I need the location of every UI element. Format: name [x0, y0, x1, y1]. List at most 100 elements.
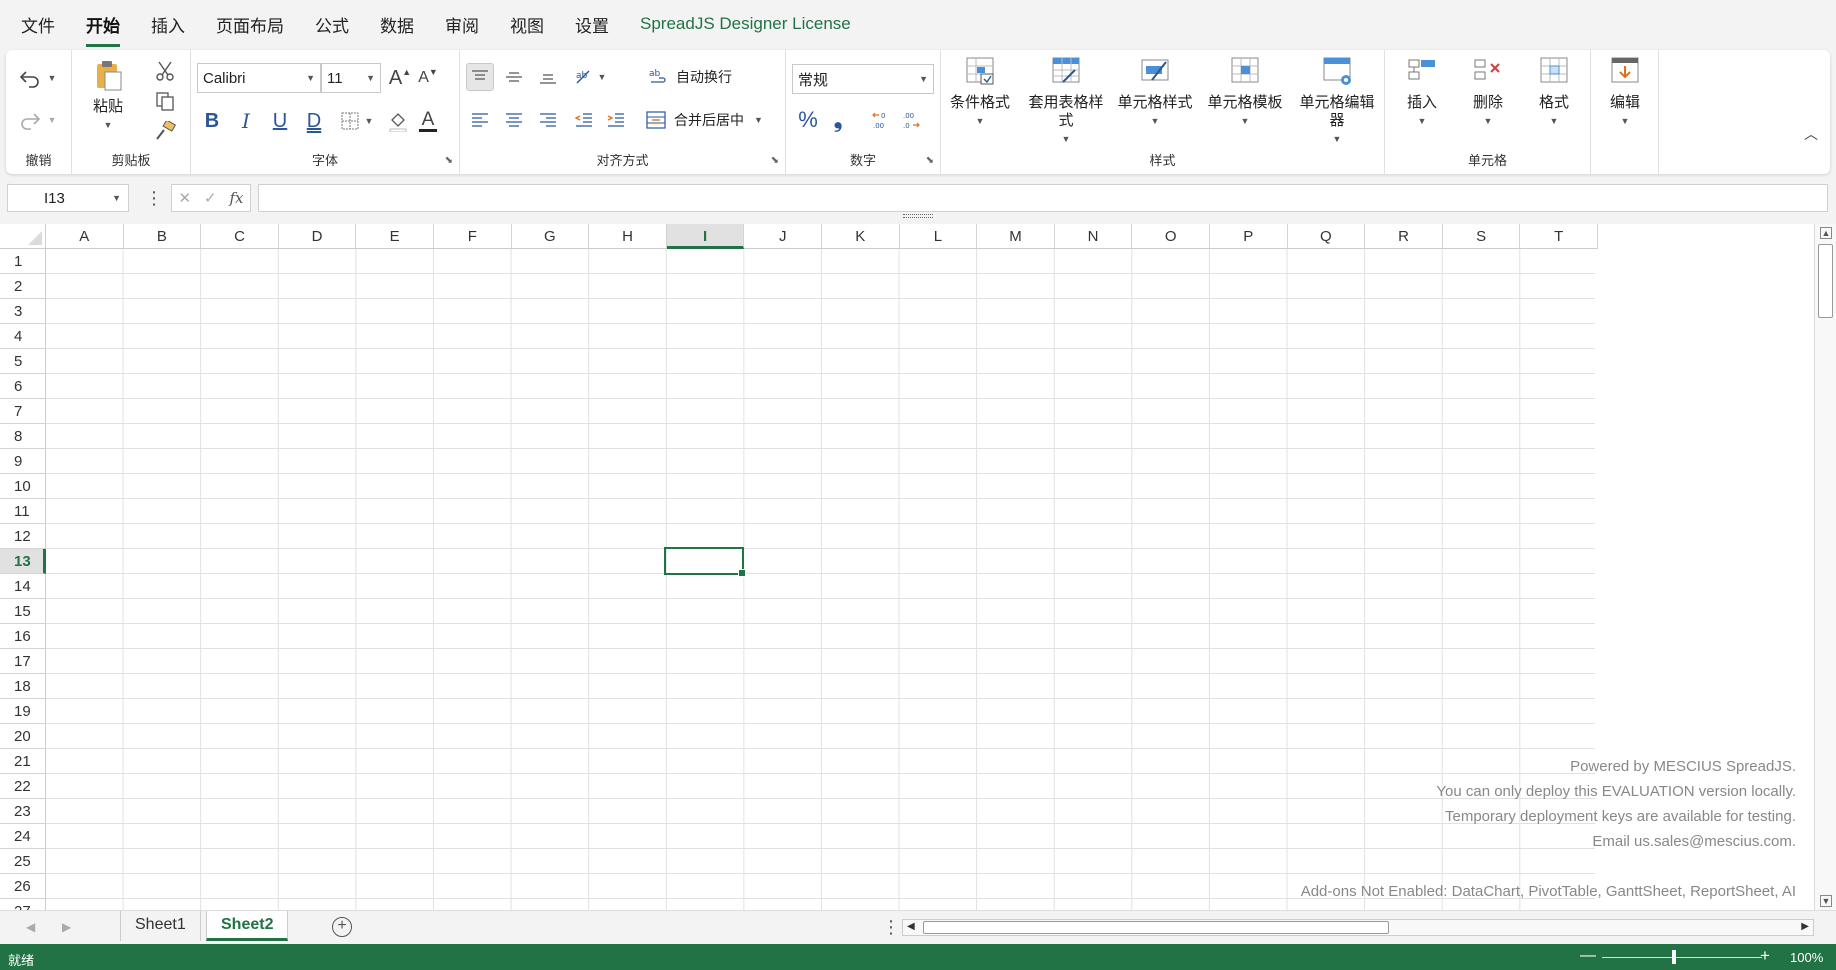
column-header[interactable]: M [977, 224, 1055, 249]
dialog-launcher-icon[interactable]: ⬊ [771, 155, 779, 166]
vertical-scrollbar[interactable]: ▲ ▼ [1814, 224, 1836, 910]
menu-tab-insert[interactable]: 插入 [151, 8, 185, 41]
merge-center-button[interactable]: 合并后居中 ▼ [646, 106, 772, 134]
cell-styles-button[interactable]: 单元格样式 ▼ [1115, 54, 1195, 130]
horizontal-scroll-thumb[interactable] [923, 921, 1389, 934]
menu-tab-settings[interactable]: 设置 [575, 8, 609, 41]
conditional-format-button[interactable]: 条件格式 ▼ [945, 54, 1015, 130]
column-header[interactable]: R [1365, 224, 1443, 249]
row-header[interactable]: 10 [0, 474, 46, 499]
format-as-table-button[interactable]: 套用表格样 式 ▼ [1025, 54, 1107, 148]
column-header[interactable]: J [744, 224, 822, 249]
undo-button[interactable]: ▼ [14, 64, 60, 92]
more-vertical-icon[interactable]: ⋮ [882, 917, 900, 938]
font-name-select[interactable]: Calibri ▼ [197, 63, 321, 93]
dialog-launcher-icon[interactable]: ⬊ [445, 155, 453, 166]
cell-template-button[interactable]: 单元格模板 ▼ [1205, 54, 1285, 130]
row-header[interactable]: 16 [0, 624, 46, 649]
cut-button[interactable] [150, 58, 180, 84]
copy-button[interactable] [150, 88, 180, 114]
align-center-button[interactable] [500, 106, 528, 134]
align-top-button[interactable] [466, 63, 494, 91]
scroll-right-icon[interactable]: ▶ [1801, 921, 1809, 932]
scroll-up-icon[interactable]: ▲ [1820, 227, 1832, 239]
column-header[interactable]: F [434, 224, 512, 249]
zoom-out-icon[interactable]: — [1580, 947, 1596, 965]
align-middle-button[interactable] [500, 63, 528, 91]
column-header[interactable]: K [822, 224, 900, 249]
column-header[interactable]: G [511, 224, 590, 249]
format-cells-button[interactable]: 格式 ▼ [1529, 54, 1579, 130]
zoom-slider[interactable] [1602, 957, 1762, 958]
menu-tab-home[interactable]: 开始 [86, 8, 120, 47]
column-header[interactable]: P [1210, 224, 1288, 249]
row-header[interactable]: 20 [0, 724, 46, 749]
insert-cells-button[interactable]: 插入 ▼ [1397, 54, 1447, 130]
cancel-icon[interactable]: ✕ [178, 189, 191, 207]
name-box[interactable]: I13 ▼ [7, 184, 129, 212]
column-header[interactable]: S [1442, 224, 1521, 249]
font-size-select[interactable]: 11 ▼ [321, 63, 381, 93]
column-header[interactable]: B [123, 224, 202, 249]
collapse-ribbon-icon[interactable]: ︿ [1804, 124, 1818, 144]
sheet-tab-sheet1[interactable]: Sheet1 [120, 911, 201, 941]
sheet-tab-sheet2[interactable]: Sheet2 [206, 911, 289, 941]
row-header[interactable]: 27 [0, 899, 46, 910]
row-header[interactable]: 3 [0, 299, 46, 324]
row-header[interactable]: 8 [0, 424, 46, 449]
menu-tab-view[interactable]: 视图 [510, 8, 544, 41]
zoom-level[interactable]: 100% [1790, 950, 1823, 965]
increase-indent-button[interactable] [602, 106, 630, 134]
increase-font-button[interactable]: A ▲ [387, 63, 413, 93]
row-header[interactable]: 26 [0, 874, 46, 899]
spreadsheet-grid[interactable]: ABCDEFGHIJKLMNOPQRST 1 2 3 4 5 6 7 8 9 10 11 12 13 14… [0, 224, 1814, 910]
menu-tab-page-layout[interactable]: 页面布局 [216, 8, 284, 41]
format-painter-button[interactable] [150, 118, 180, 144]
double-underline-button[interactable]: D [299, 106, 329, 136]
row-header[interactable]: 25 [0, 849, 46, 874]
column-header[interactable]: I [666, 224, 745, 249]
row-header[interactable]: 2 [0, 274, 46, 299]
row-header[interactable]: 13 [0, 549, 46, 574]
column-header[interactable]: O [1132, 224, 1210, 249]
decrease-indent-button[interactable] [570, 106, 598, 134]
row-header[interactable]: 18 [0, 674, 46, 699]
row-header[interactable]: 7 [0, 399, 46, 424]
row-header[interactable]: 5 [0, 349, 46, 374]
column-header[interactable]: A [46, 224, 124, 249]
dialog-launcher-icon[interactable]: ⬊ [926, 155, 934, 166]
active-cell[interactable] [664, 547, 746, 577]
zoom-in-icon[interactable]: + [1760, 946, 1770, 966]
number-format-select[interactable]: 常规 ▼ [792, 64, 934, 94]
row-header[interactable]: 17 [0, 649, 46, 674]
formula-input[interactable] [258, 184, 1828, 212]
more-vertical-icon[interactable]: ⋮ [145, 188, 163, 209]
editing-button[interactable]: 编辑 ▼ [1601, 54, 1649, 130]
row-header[interactable]: 14 [0, 574, 46, 599]
cell-editor-button[interactable]: 单元格编辑 器 ▼ [1295, 54, 1379, 148]
column-header[interactable]: C [201, 224, 279, 249]
underline-button[interactable]: U [265, 106, 295, 136]
column-header[interactable]: N [1054, 224, 1133, 249]
orientation-button[interactable]: ab ▼ [570, 63, 610, 91]
wrap-text-button[interactable]: ab 自动换行 [648, 63, 748, 91]
scroll-down-icon[interactable]: ▼ [1820, 895, 1832, 907]
row-header[interactable]: 19 [0, 699, 46, 724]
row-header[interactable]: 11 [0, 499, 46, 524]
insert-function-icon[interactable]: fx [230, 189, 244, 207]
horizontal-scrollbar[interactable]: ◀ ▶ [902, 919, 1814, 936]
column-header[interactable]: L [899, 224, 978, 249]
column-header[interactable]: T [1520, 224, 1598, 249]
row-header[interactable]: 9 [0, 449, 46, 474]
paste-button[interactable]: 粘贴 ▼ [86, 58, 130, 134]
align-right-button[interactable] [534, 106, 562, 134]
menu-tab-file[interactable]: 文件 [21, 8, 55, 41]
row-header[interactable]: 12 [0, 524, 46, 549]
menu-tab-data[interactable]: 数据 [380, 8, 414, 41]
decrease-decimal-button[interactable]: .00.0 [898, 106, 926, 134]
vertical-scroll-thumb[interactable] [1818, 244, 1833, 318]
add-sheet-icon[interactable]: + [332, 917, 352, 937]
column-header[interactable]: D [278, 224, 357, 249]
row-header[interactable]: 21 [0, 749, 46, 774]
next-sheet-icon[interactable]: ▶ [62, 920, 71, 934]
